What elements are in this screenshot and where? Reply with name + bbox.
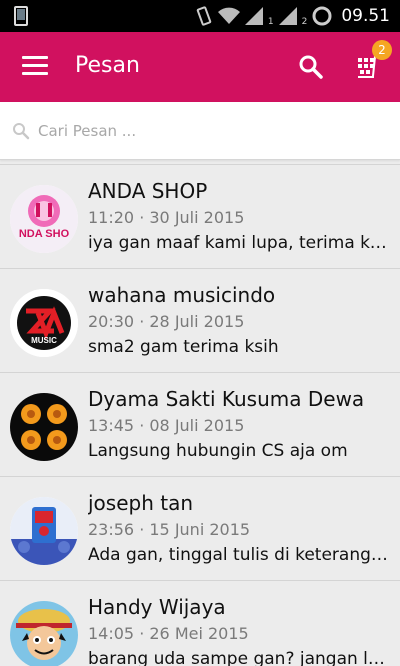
message-preview: barang uda sampe gan? jangan lupa — [88, 649, 390, 666]
contact-name: Handy Wijaya — [88, 595, 226, 619]
message-preview: Ada gan, tinggal tulis di keterangan — [88, 545, 390, 565]
conversation-item[interactable]: MUSIC wahana musicindo 20:30 · 28 Juli 2… — [0, 268, 400, 372]
conversation-item[interactable]: joseph tan 23:56 · 15 Juni 2015 Ada gan,… — [0, 476, 400, 580]
avatar-logo-text: NDA SHO — [19, 228, 70, 240]
contact-name: ANDA SHOP — [88, 179, 208, 203]
status-icons: 1 2 09.51 — [195, 4, 390, 28]
message-date: 20:30 · 28 Juli 2015 — [88, 312, 245, 331]
sync-icon — [312, 6, 332, 26]
avatar — [10, 601, 78, 666]
message-preview: iya gan maaf kami lupa, terima kasih — [88, 233, 390, 253]
message-date: 11:20 · 30 Juli 2015 — [88, 208, 245, 227]
page-title: Pesan — [75, 53, 140, 78]
search-field-icon — [13, 123, 30, 140]
message-preview: sma2 gam terima ksih — [88, 337, 279, 357]
message-date: 23:56 · 15 Juni 2015 — [88, 520, 251, 539]
contact-name: wahana musicindo — [88, 283, 276, 307]
cart-badge: 2 — [372, 40, 392, 60]
clock: 09.51 — [341, 6, 390, 26]
message-date: 14:05 · 26 Mei 2015 — [88, 624, 249, 643]
search-input[interactable] — [38, 114, 388, 148]
vibrate-icon — [196, 6, 212, 26]
conversation-item[interactable]: Dyama Sakti Kusuma Dewa 13:45 · 08 Juli … — [0, 372, 400, 476]
contact-name: joseph tan — [88, 491, 194, 515]
avatar-logo-text: MUSIC — [31, 336, 57, 345]
search-icon[interactable] — [297, 53, 325, 81]
avatar: NDA SHO — [10, 185, 78, 253]
message-preview: Langsung hubungin CS aja om — [88, 441, 348, 461]
wifi-icon — [217, 7, 240, 24]
conversation-item[interactable]: NDA SHO ANDA SHOP 11:20 · 30 Juli 2015 i… — [0, 164, 400, 268]
signal-icon-2 — [278, 7, 297, 25]
contact-name: Dyama Sakti Kusuma Dewa — [88, 387, 365, 411]
sim1-label: 1 — [267, 17, 274, 27]
conversation-item[interactable]: Handy Wijaya 14:05 · 26 Mei 2015 barang … — [0, 580, 400, 666]
phone-icon — [14, 6, 28, 26]
avatar — [10, 393, 78, 461]
sim2-label: 2 — [301, 17, 308, 27]
avatar — [10, 497, 78, 565]
avatar: MUSIC — [10, 289, 78, 357]
status-bar: 1 2 09.51 — [0, 0, 400, 32]
message-date: 13:45 · 08 Juli 2015 — [88, 416, 245, 435]
app-bar: Pesan 2 — [0, 32, 400, 102]
search-bar — [0, 102, 400, 160]
conversation-list: NDA SHO ANDA SHOP 11:20 · 30 Juli 2015 i… — [0, 164, 400, 666]
menu-icon[interactable] — [22, 56, 48, 76]
signal-icon-1 — [244, 7, 263, 25]
